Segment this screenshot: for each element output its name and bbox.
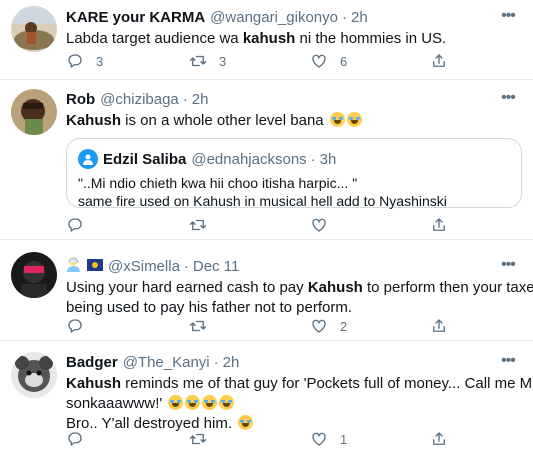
tweet-text: Using your hard earned cash to pay Kahus… (66, 279, 533, 316)
avatar[interactable] (11, 352, 57, 398)
username[interactable]: @chizibaga (100, 91, 179, 108)
more-icon[interactable]: ••• (497, 352, 519, 369)
timestamp[interactable]: 2h (351, 9, 368, 26)
face-with-tears-of-joy-emoji (185, 395, 201, 410)
reply-button[interactable]: 3 (66, 52, 103, 70)
face-with-tears-of-joy-emoji (238, 415, 254, 430)
tweet[interactable]: Badger @The_Kanyi · 2h Kahush reminds me… (0, 341, 533, 455)
share-icon (433, 319, 445, 332)
retweet-icon (189, 320, 207, 332)
reply-icon (68, 432, 82, 446)
share-button[interactable] (430, 216, 448, 234)
more-icon[interactable]: ••• (497, 7, 519, 24)
tweet[interactable]: Rob @chizibaga · 2h Kahush is on a whole… (0, 80, 533, 240)
like-count: 2 (340, 318, 348, 334)
quoted-tweet[interactable]: Edzil Saliba @ednahjacksons · 3h "..Mi n… (66, 138, 522, 209)
avatar[interactable] (11, 252, 57, 298)
reply-count: 3 (96, 53, 104, 69)
face-with-tears-of-joy-emoji (202, 395, 218, 410)
like-count: 6 (340, 53, 348, 69)
face-with-tears-of-joy-emoji (168, 395, 184, 410)
separator: · (183, 257, 189, 275)
like-icon (312, 54, 326, 68)
display-name[interactable]: Badger (66, 354, 118, 371)
more-icon[interactable]: ••• (497, 256, 519, 273)
username[interactable]: @wangari_gikonyo (210, 9, 338, 26)
reply-button[interactable] (66, 430, 84, 448)
separator: · (341, 8, 347, 26)
tweet-text: Kahush reminds me of that guy for 'Pocke… (66, 375, 533, 432)
username[interactable]: @The_Kanyi (123, 354, 210, 371)
like-count: 1 (340, 431, 348, 447)
tweet-text: Kahush is on a whole other level bana (66, 111, 519, 131)
avatar[interactable] (11, 89, 57, 135)
retweet-icon (189, 433, 207, 445)
like-button[interactable] (310, 216, 328, 234)
share-button[interactable] (430, 430, 448, 448)
display-name[interactable]: Rob (66, 91, 95, 108)
share-icon (433, 218, 445, 231)
timestamp[interactable]: Dec 11 (193, 258, 239, 275)
retweet-button[interactable] (189, 317, 207, 335)
flag-icon (87, 258, 103, 275)
reply-button[interactable] (66, 216, 84, 234)
retweet-button[interactable] (189, 430, 207, 448)
retweet-button[interactable] (189, 216, 207, 234)
quoted-text: "..Mi ndio chieth kwa hii choo itisha ha… (78, 175, 447, 209)
reply-icon (68, 218, 82, 232)
like-button[interactable]: 2 (310, 317, 347, 335)
like-icon (312, 218, 326, 232)
tweet[interactable]: KARE your KARMA @wangari_gikonyo · 2h La… (0, 0, 533, 80)
person-emoji-icon (66, 256, 81, 276)
retweet-button[interactable]: 3 (189, 52, 226, 70)
avatar[interactable] (11, 6, 57, 52)
reply-icon (68, 319, 82, 333)
reply-icon (68, 54, 82, 68)
retweet-icon (189, 219, 207, 231)
separator: · (182, 90, 188, 108)
like-icon (312, 432, 326, 446)
share-button[interactable] (430, 52, 448, 70)
face-with-tears-of-joy-emoji (219, 395, 235, 410)
quoted-avatar (78, 149, 98, 169)
like-button[interactable]: 1 (310, 430, 347, 448)
timestamp[interactable]: 2h (192, 91, 209, 108)
share-button[interactable] (430, 317, 448, 335)
share-icon (433, 432, 445, 445)
display-name[interactable]: KARE your KARMA (66, 9, 205, 26)
quoted-username[interactable]: @ednahjacksons (191, 151, 306, 168)
share-icon (433, 54, 445, 67)
reply-button[interactable] (66, 317, 84, 335)
face-with-tears-of-joy-emoji (346, 112, 362, 127)
separator: · (310, 150, 316, 168)
quoted-display-name[interactable]: Edzil Saliba (103, 151, 186, 168)
separator: · (213, 353, 219, 371)
tweet[interactable]: @xSimella · Dec 11 Using your hard earne… (0, 240, 533, 341)
more-icon[interactable]: ••• (497, 89, 519, 106)
retweet-icon (189, 55, 207, 67)
face-with-tears-of-joy-emoji (329, 112, 345, 127)
tweet-text: Labda target audience wa kahush ni the h… (66, 30, 447, 47)
timestamp[interactable]: 2h (223, 354, 240, 371)
username[interactable]: @xSimella (108, 258, 180, 275)
like-button[interactable]: 6 (310, 52, 347, 70)
retweet-count: 3 (219, 53, 227, 69)
quoted-timestamp[interactable]: 3h (320, 151, 337, 168)
like-icon (312, 319, 326, 333)
